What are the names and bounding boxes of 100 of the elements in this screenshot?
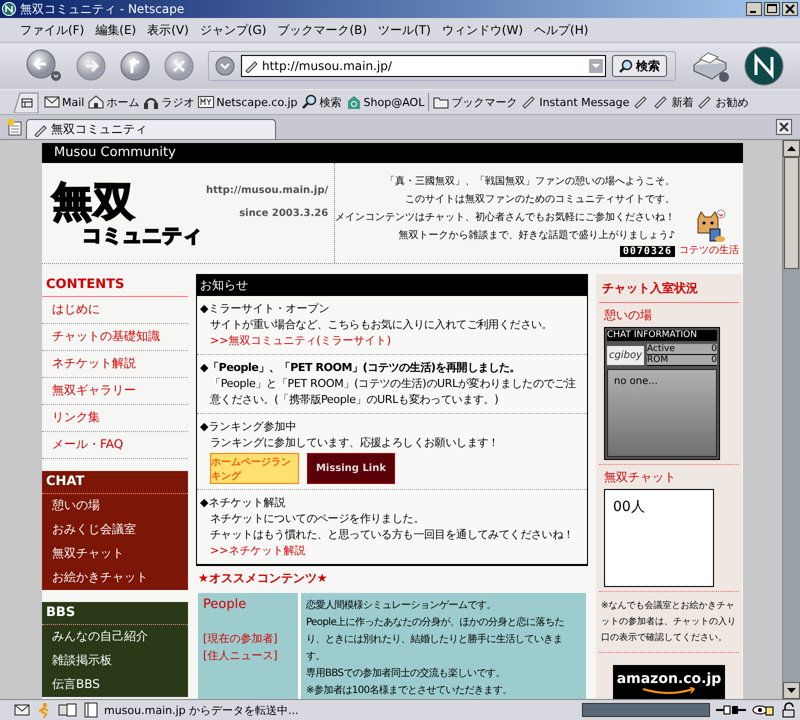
browser-tab[interactable]: 無双コミュニティ	[26, 119, 276, 139]
nav-link[interactable]: ネチケット解説	[42, 351, 188, 378]
visitor-counter: 0070326	[620, 246, 675, 257]
menu-item[interactable]: ファイル(F)	[20, 22, 84, 38]
close-icon[interactable]	[782, 2, 798, 16]
site-title: Musou Community	[42, 143, 743, 163]
new-tab-icon[interactable]	[6, 118, 24, 136]
bookmark-icon	[33, 122, 47, 136]
sidebar-icon[interactable]	[12, 91, 40, 113]
news-title: ◆ネチケット解説	[200, 495, 286, 511]
widget-title: CHAT INFORMATION	[607, 330, 717, 341]
scroll-down-icon[interactable]	[783, 682, 800, 699]
bookmark-button[interactable]: 新着	[653, 94, 694, 110]
menu-item[interactable]: ヘルプ(H)	[534, 22, 588, 38]
scrollbar[interactable]	[782, 140, 800, 699]
room-link[interactable]: 無双チャット	[604, 469, 739, 489]
note-text: ※なんでも会議室とお絵かきチャットの参加者は、チャットの入り口の表示で確認してください。	[599, 592, 739, 653]
bookmark-icon	[653, 94, 670, 110]
section-heading: BBS	[42, 602, 188, 625]
description-text: 恋愛人間模様シミュレーションゲームです。	[306, 598, 497, 613]
scroll-up-icon[interactable]	[783, 140, 800, 157]
bookmark-button[interactable]: Netscape.co.jp	[198, 94, 298, 110]
welcome-text: 無双トークから雑談まで、好きな話題で盛り上がりましょう♪	[398, 228, 675, 242]
bookmark-icon	[521, 94, 538, 110]
close-tab-icon[interactable]	[776, 119, 792, 135]
welcome-text: 「真・三國無双」、「戦国無双」ファンの憩いの場へようこそ。	[385, 174, 675, 188]
composer-icon[interactable]	[58, 702, 78, 718]
menu-item[interactable]: ブックマーク(B)	[277, 22, 368, 38]
forward-icon[interactable]	[76, 51, 106, 81]
ranking-banner[interactable]: Missing Link	[307, 453, 395, 484]
description-text: 専用BBSでの参加者同士の交流も楽しいです。	[306, 666, 506, 681]
stat-label: ROM	[647, 355, 668, 365]
search-button[interactable]: 検索	[612, 55, 667, 77]
connection-icon	[716, 703, 746, 717]
mail-icon[interactable]	[14, 702, 30, 718]
news-text: チャットはもう慣れた、と思っている方も一回目を通してみてくださいね！	[209, 527, 575, 543]
window-title: 無双コミュニティ - Netscape	[20, 0, 184, 18]
padlock-icon[interactable]	[780, 702, 796, 718]
stat-label: Active	[647, 344, 675, 354]
stat-value: 0	[711, 344, 717, 354]
nav-link[interactable]: おみくじ会議室	[42, 518, 188, 542]
news-link[interactable]: >>ネチケット解説	[200, 543, 584, 559]
reload-icon[interactable]	[120, 51, 150, 81]
nav-link[interactable]: チャットの基礎知識	[42, 324, 188, 351]
news-link[interactable]: >>無双コミュニティ(ミラーサイト)	[200, 333, 584, 349]
dropdown-icon[interactable]	[215, 56, 235, 76]
bookmark-button[interactable]: Instant Message	[521, 94, 630, 110]
address-book-icon[interactable]	[84, 702, 98, 718]
bookmark-button[interactable]: Shop@AOL	[346, 94, 424, 110]
netscape-logo-icon[interactable]	[744, 46, 784, 86]
menu-item[interactable]: 編集(E)	[95, 22, 136, 38]
menu-item[interactable]: ジャンプ(G)	[200, 22, 266, 38]
nav-link[interactable]: 憩いの場	[42, 494, 188, 518]
welcome-text: メインコンテンツはチャット、初心者さんでもお気軽にご参加くださいね！	[335, 210, 675, 224]
bookmark-button[interactable]: ラジオ	[143, 94, 194, 110]
nav-link[interactable]: メール・FAQ	[42, 432, 188, 459]
maximize-icon[interactable]	[764, 2, 780, 16]
bookmark-button[interactable]: ホーム	[88, 94, 140, 110]
nav-link[interactable]: 無双チャット	[42, 542, 188, 566]
nav-link[interactable]: はじめに	[42, 297, 188, 324]
news-title: ◆ランキング参加中	[200, 419, 298, 435]
menu-item[interactable]: ウィンドウ(W)	[442, 22, 524, 38]
search-icon	[302, 94, 318, 110]
recommend-heading: ★オススメコンテンツ★	[198, 570, 329, 587]
news-text: ランキングに参加しています、応援よろしくお願いします！	[209, 435, 500, 451]
room-link[interactable]: 憩いの場	[604, 307, 739, 327]
nav-link[interactable]: 雑談掲示板	[42, 649, 188, 673]
back-icon[interactable]	[26, 49, 62, 83]
status-text: musou.main.jp からデータを転送中...	[104, 702, 300, 718]
menu-item[interactable]: 表示(V)	[147, 22, 189, 38]
news-title: ◆ミラーサイト・オープン	[200, 301, 330, 317]
amazon-banner[interactable]: amazon.co.jp	[613, 665, 725, 699]
since-date: since 2003.3.26	[239, 208, 328, 219]
bookmark-button[interactable]: ブックマーク	[433, 94, 518, 110]
menu-item[interactable]: ツール(T)	[378, 22, 431, 38]
nav-link[interactable]: みんなの自己紹介	[42, 625, 188, 649]
nav-link[interactable]: 伝言BBS	[42, 673, 188, 697]
bookmark-button[interactable]: Mail	[44, 94, 84, 110]
section-heading: CONTENTS	[42, 274, 188, 297]
bookmark-button[interactable]: お勧め	[697, 94, 748, 110]
panel-heading: チャット入室状況	[599, 278, 739, 303]
nav-link[interactable]: 無双ギャラリー	[42, 378, 188, 405]
privacy-eye-icon[interactable]	[752, 703, 774, 717]
pet-link[interactable]: コテツの生活	[679, 209, 739, 257]
site-logo: 無双 コミュニティ	[52, 178, 202, 248]
bookmark-icon[interactable]	[633, 94, 650, 110]
app-logo-icon	[2, 2, 16, 16]
stop-icon[interactable]	[164, 51, 194, 81]
nav-link[interactable]: お絵かきチャット	[42, 566, 188, 590]
mail-icon	[44, 94, 60, 110]
bookmark-icon	[244, 59, 258, 73]
scroll-thumb[interactable]	[784, 157, 799, 269]
house-icon	[88, 94, 104, 110]
shop-icon	[346, 94, 362, 110]
news-heading: お知らせ	[197, 274, 587, 296]
minimize-icon[interactable]	[746, 2, 762, 16]
member-text: no one...	[614, 376, 658, 387]
nav-link[interactable]: リンク集	[42, 405, 188, 432]
url-field[interactable]: http://musou.main.jp/	[241, 55, 606, 77]
bookmark-button[interactable]: 検索	[302, 94, 342, 110]
